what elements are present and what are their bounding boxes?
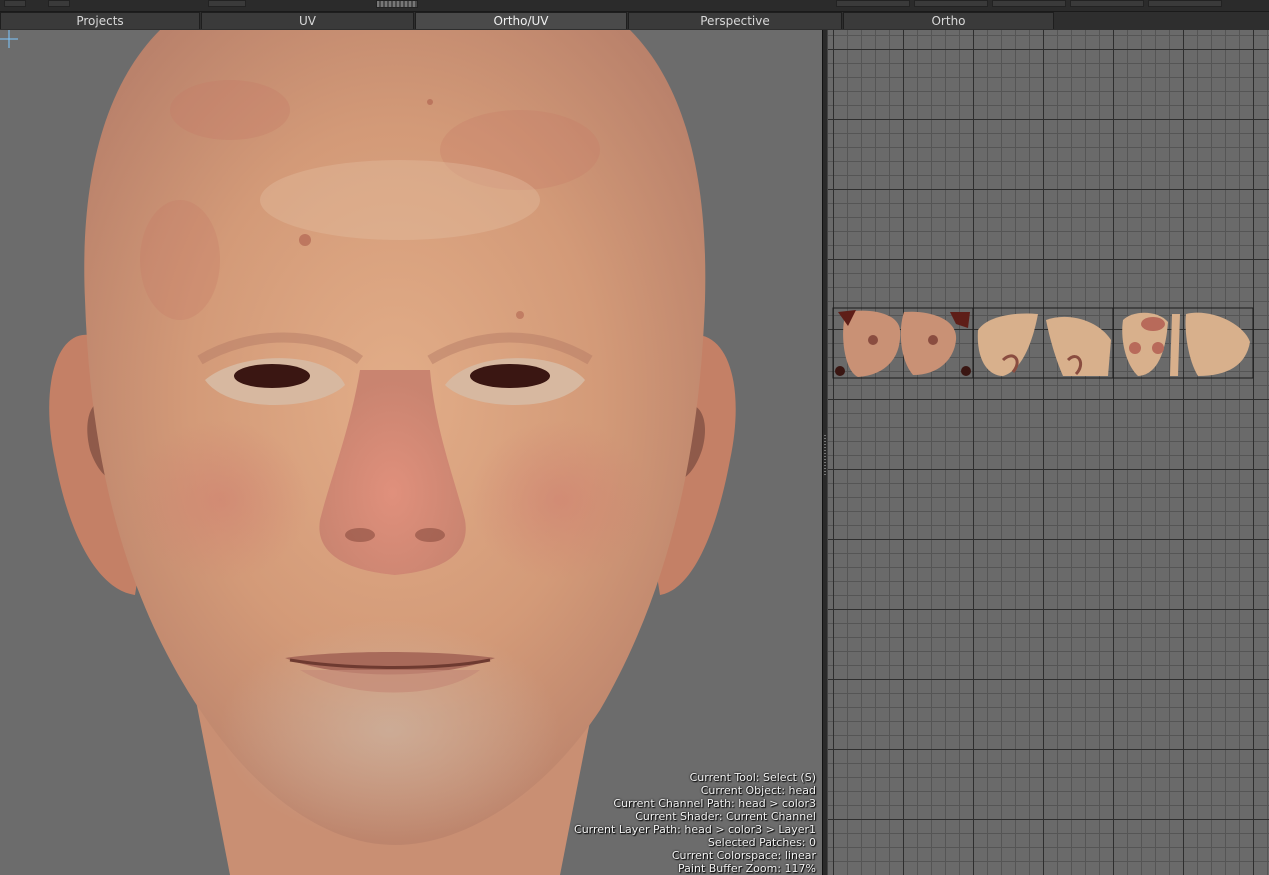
current-layer-path-text: Current Layer Path: head > color3 > Laye… [574, 823, 816, 836]
tab-ortho[interactable]: Ortho [843, 12, 1054, 29]
toolbar-button-fragment[interactable] [208, 0, 246, 7]
current-colorspace-text: Current Colorspace: linear [671, 849, 816, 862]
tab-ortho-uv[interactable]: Ortho/UV [415, 12, 627, 29]
uv-viewport[interactable] [828, 30, 1269, 875]
tab-uv[interactable]: UV [201, 12, 414, 29]
current-channel-path-text: Current Channel Path: head > color3 [613, 797, 816, 810]
head-mesh-render[interactable] [0, 30, 822, 875]
viewport-status-overlay: Current Tool: Select (S) Current Object:… [574, 771, 816, 875]
splitter-grip[interactable] [824, 435, 826, 475]
toolbar-button-fragment[interactable] [4, 0, 26, 7]
current-tool-text: Current Tool: Select (S) [689, 771, 816, 784]
toolbar-button-fragment[interactable] [914, 0, 988, 7]
toolbar-slider-handle[interactable] [376, 0, 418, 8]
uv-texture-shells[interactable] [828, 30, 1269, 875]
tab-projects[interactable]: Projects [0, 12, 200, 29]
toolbar-button-fragment[interactable] [1070, 0, 1144, 7]
toolbar-button-fragment[interactable] [48, 0, 70, 7]
viewport-3d[interactable]: Current Tool: Select (S) Current Object:… [0, 30, 822, 875]
crosshair-icon [0, 30, 18, 48]
current-object-text: Current Object: head [700, 784, 816, 797]
current-shader-text: Current Shader: Current Channel [635, 810, 816, 823]
toolbar-button-fragment[interactable] [992, 0, 1066, 7]
toolbar-button-fragment[interactable] [836, 0, 910, 7]
selected-patches-text: Selected Patches: 0 [707, 836, 816, 849]
viewport-tab-bar: Projects UV Ortho/UV Perspective Ortho [0, 12, 1269, 30]
tab-perspective[interactable]: Perspective [628, 12, 842, 29]
paint-buffer-zoom-text: Paint Buffer Zoom: 117% [678, 862, 816, 875]
toolbar-button-fragment[interactable] [1148, 0, 1222, 7]
top-toolbar-strip [0, 0, 1269, 12]
